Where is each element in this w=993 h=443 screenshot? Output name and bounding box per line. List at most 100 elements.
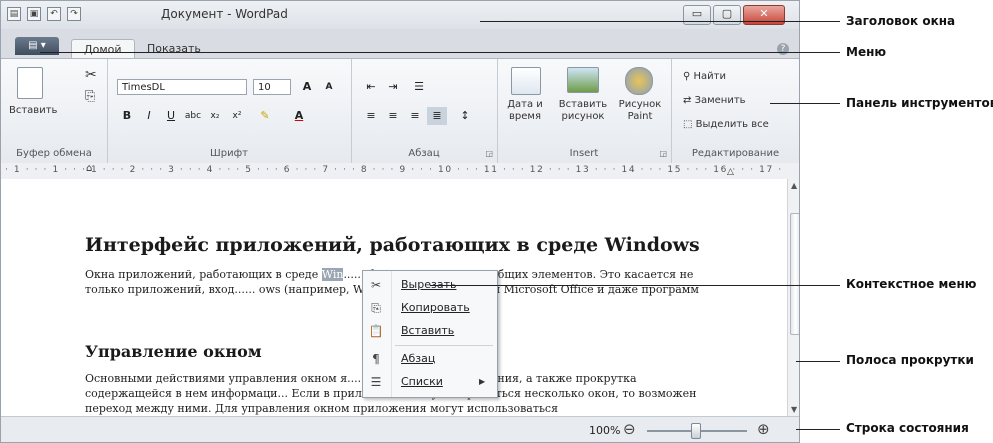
callout-toolbar: Панель инструментов bbox=[846, 96, 993, 110]
select-all-label: Выделить все bbox=[695, 119, 769, 130]
help-icon[interactable]: ? bbox=[777, 43, 789, 55]
title-bar: ▤ ▣ ↶ ↷ Документ - WordPad ▭ ▢ ✕ bbox=[1, 1, 799, 29]
redo-icon[interactable]: ↷ bbox=[67, 7, 81, 21]
ruler[interactable]: · 1 · · · 1 · · · 1 · · · 2 · · · 3 · · … bbox=[1, 163, 799, 180]
insert-group-label: Insert bbox=[569, 148, 599, 159]
right-indent-marker-icon[interactable]: △ bbox=[727, 167, 734, 177]
paragraph-icon: ¶ bbox=[372, 352, 380, 366]
bold-icon[interactable]: B bbox=[117, 107, 137, 125]
left-indent-marker-icon[interactable]: ⌂ bbox=[86, 163, 92, 174]
font-size-select[interactable]: 10 bbox=[253, 79, 291, 95]
replace-button[interactable]: ⇄ Заменить bbox=[683, 95, 746, 106]
tab-view[interactable]: Показать bbox=[135, 39, 213, 59]
paint-icon[interactable] bbox=[625, 67, 653, 95]
paragraph-group: ⇤ ⇥ ☰ ≡ ≡ ≡ ≣ ↕ Абзац ◲ bbox=[351, 59, 498, 163]
font-group-label: Шрифт bbox=[210, 148, 248, 159]
window-controls: ▭ ▢ ✕ bbox=[683, 5, 785, 25]
scroll-down-icon[interactable]: ▼ bbox=[791, 405, 797, 414]
leader-line-context-menu bbox=[430, 285, 840, 286]
leader-line-toolbar bbox=[770, 103, 840, 104]
bullet-list-icon[interactable]: ☰ bbox=[409, 78, 429, 96]
context-menu-item-paste[interactable]: 📋 Вставить bbox=[363, 320, 497, 342]
strikethrough-icon[interactable]: abc bbox=[183, 107, 203, 125]
paste-button[interactable]: Вставить bbox=[9, 105, 57, 116]
document-heading-2: Управление окном bbox=[85, 342, 262, 361]
maximize-button[interactable]: ▢ bbox=[713, 5, 741, 25]
superscript-icon[interactable]: x² bbox=[227, 107, 247, 125]
undo-icon[interactable]: ↶ bbox=[47, 7, 61, 21]
callout-menu: Меню bbox=[846, 45, 887, 59]
editing-group-label: Редактирование bbox=[691, 148, 780, 159]
leader-line-menu bbox=[40, 52, 840, 53]
zoom-in-icon[interactable]: ⊕ bbox=[757, 420, 770, 438]
tab-home[interactable]: Домой bbox=[71, 39, 135, 60]
select-all-button[interactable]: ⬚ Выделить все bbox=[683, 119, 769, 130]
menu-bar: ▤ ▾ Домой Показать ? bbox=[1, 35, 799, 60]
font-name-select[interactable]: TimesDL bbox=[117, 79, 247, 95]
leader-line-scrollbar bbox=[796, 361, 840, 362]
underline-icon[interactable]: U bbox=[161, 107, 181, 125]
highlight-icon[interactable]: ✎ bbox=[255, 107, 275, 125]
select-all-icon: ⬚ bbox=[683, 119, 696, 130]
scroll-up-icon[interactable]: ▲ bbox=[791, 181, 797, 190]
shrink-font-icon[interactable]: A bbox=[319, 78, 339, 96]
leader-line-title bbox=[480, 21, 840, 22]
copy-icon: ⎘ bbox=[371, 301, 381, 315]
picture-icon[interactable] bbox=[567, 67, 599, 93]
context-menu-item-lists[interactable]: ☰ Списки ▶ bbox=[363, 371, 497, 393]
app-icon[interactable]: ▤ bbox=[7, 7, 21, 21]
italic-icon[interactable]: I bbox=[139, 107, 159, 125]
cut-icon[interactable]: ✂ bbox=[85, 67, 97, 83]
list-icon: ☰ bbox=[370, 375, 382, 389]
document-heading-1: Интерфейс приложений, работающих в среде… bbox=[85, 234, 700, 256]
paragraph-group-label: Абзац bbox=[408, 148, 440, 159]
align-right-icon[interactable]: ≡ bbox=[405, 107, 425, 125]
align-center-icon[interactable]: ≡ bbox=[383, 107, 403, 125]
calendar-icon[interactable] bbox=[511, 67, 541, 95]
context-menu-item-copy[interactable]: ⎘ Копировать bbox=[363, 297, 497, 319]
selected-text: Win bbox=[321, 268, 344, 281]
cut-icon: ✂ bbox=[370, 278, 382, 292]
ribbon-toolbar: Вставить ✂ ⎘ Буфер обмена TimesDL 10 A A… bbox=[1, 58, 799, 164]
decrease-indent-icon[interactable]: ⇤ bbox=[361, 78, 381, 96]
editing-group: ⚲ Найти ⇄ Заменить ⬚ Выделить все Редакт… bbox=[671, 59, 799, 163]
grow-font-icon[interactable]: A bbox=[297, 78, 317, 96]
context-menu-separator bbox=[395, 345, 493, 346]
line-spacing-icon[interactable]: ↕ bbox=[455, 107, 475, 125]
status-bar: 100% ⊖ ⊕ bbox=[1, 416, 799, 442]
find-label: Найти bbox=[693, 71, 726, 82]
save-icon[interactable]: ▣ bbox=[27, 7, 41, 21]
paste-icon: 📋 bbox=[368, 324, 384, 338]
font-group: TimesDL 10 A A B I U abc x₂ x² ✎ A Шрифт bbox=[107, 59, 352, 163]
paragraph-1-text-start: Окна приложений, работающих в среде bbox=[85, 268, 322, 281]
clipboard-group: Вставить ✂ ⎘ Буфер обмена bbox=[1, 59, 108, 163]
increase-indent-icon[interactable]: ⇥ bbox=[383, 78, 403, 96]
zoom-slider-handle[interactable] bbox=[691, 423, 701, 439]
find-button[interactable]: ⚲ Найти bbox=[683, 71, 726, 82]
callout-statusbar: Строка состояния bbox=[846, 421, 969, 435]
scroll-thumb[interactable] bbox=[790, 213, 799, 335]
window-title: Документ - WordPad bbox=[161, 7, 288, 21]
context-menu-label-paste: Вставить bbox=[401, 324, 455, 337]
context-menu-item-paragraph[interactable]: ¶ Абзац bbox=[363, 348, 497, 370]
callout-context-menu: Контекстное меню bbox=[846, 277, 977, 291]
subscript-icon[interactable]: x₂ bbox=[205, 107, 225, 125]
zoom-out-icon[interactable]: ⊖ bbox=[623, 420, 636, 438]
paste-icon[interactable] bbox=[17, 67, 43, 99]
quick-access-toolbar: ▤ ▣ ↶ ↷ bbox=[7, 7, 81, 21]
vertical-scrollbar[interactable]: ▲ ▼ bbox=[787, 179, 799, 416]
insert-launcher-icon[interactable]: ◲ bbox=[659, 149, 667, 158]
copy-icon[interactable]: ⎘ bbox=[85, 89, 95, 104]
paint-drawing-button[interactable]: Рисунок Paint bbox=[615, 99, 665, 123]
paragraph-launcher-icon[interactable]: ◲ bbox=[485, 149, 493, 158]
minimize-button[interactable]: ▭ bbox=[683, 5, 711, 25]
font-color-icon[interactable]: A bbox=[289, 107, 309, 125]
ruler-ticks: · 1 · · · 1 · · · 1 · · · 2 · · · 3 · · … bbox=[5, 165, 783, 175]
close-button[interactable]: ✕ bbox=[743, 5, 785, 25]
align-left-icon[interactable]: ≡ bbox=[361, 107, 381, 125]
replace-label: Заменить bbox=[694, 95, 746, 106]
justify-icon[interactable]: ≣ bbox=[427, 107, 447, 125]
insert-picture-button[interactable]: Вставить рисунок bbox=[555, 99, 611, 123]
datetime-button[interactable]: Дата и время bbox=[505, 99, 545, 123]
callout-title-bar: Заголовок окна bbox=[846, 14, 956, 28]
